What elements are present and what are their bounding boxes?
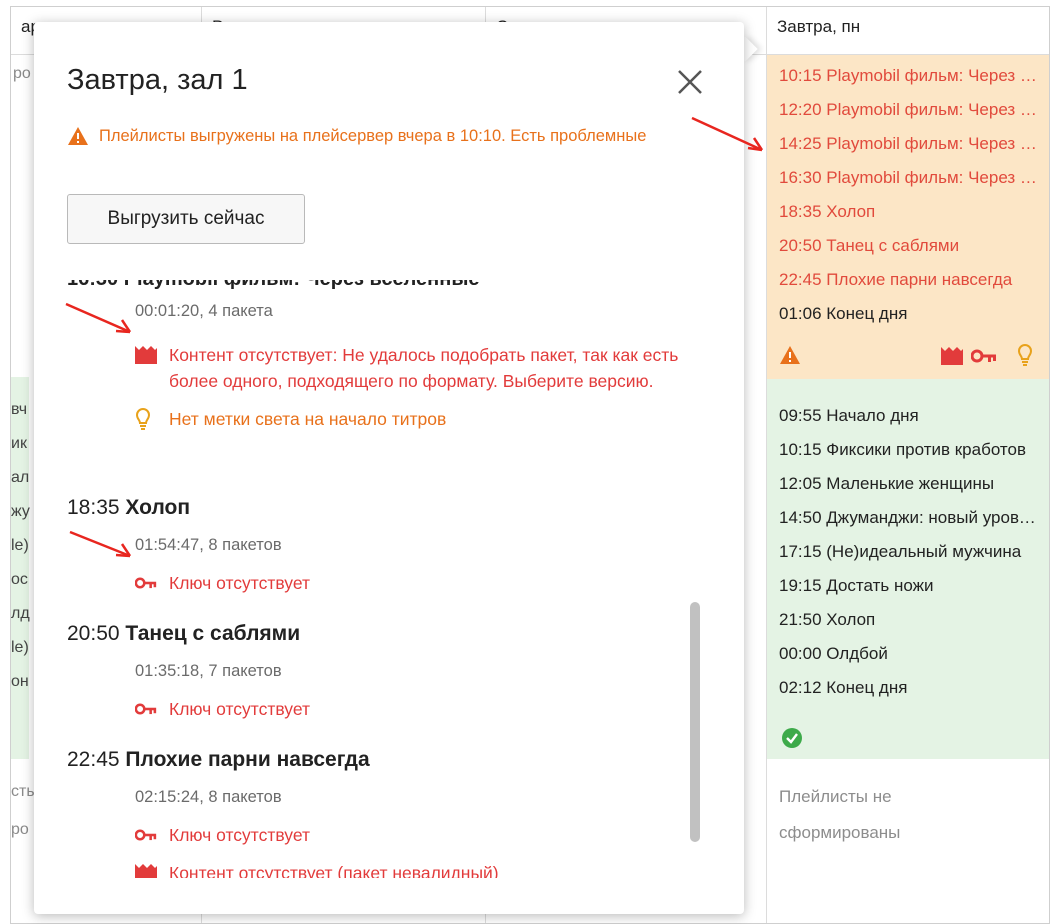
warning-icon (780, 346, 800, 364)
playlist-item: 00:01:20, 4 пакета Контент отсутствует: … (67, 300, 684, 432)
film-icon (941, 347, 963, 365)
playlist-item-name: Танец с саблями (125, 622, 301, 645)
playlist-item[interactable]: 18:35 Холоп 01:54:47, 8 пакетов Ключ отс… (67, 494, 684, 596)
issue-text: Ключ отсутствует (169, 699, 311, 719)
schedule-entry[interactable]: 14:25 Playmobil фильм: Через вселенные (779, 127, 1041, 161)
bulb-icon (135, 407, 151, 430)
peek-text: ос (11, 571, 28, 588)
schedule-entry[interactable]: 10:15 Фиксики против кработов (779, 433, 1041, 467)
left-peek-list: вч ик ал жу le) ос лд le) он (11, 393, 30, 699)
issue-text: Ключ отсутствует (169, 825, 311, 845)
upload-warning: Плейлисты выгружены на плейсервер вчера … (67, 124, 677, 148)
check-circle-icon (782, 728, 802, 748)
annotation-arrow (65, 302, 132, 334)
schedule-entry[interactable]: 17:15 (Не)идеальный мужчина (779, 535, 1041, 569)
peek-text: le) (11, 639, 29, 656)
playlist-item-meta: 01:54:47, 8 пакетов (135, 536, 282, 554)
schedule-entry[interactable]: 20:50 Танец с саблями (779, 229, 1041, 263)
close-icon (678, 70, 702, 94)
playlist-item[interactable]: 20:50 Танец с саблями 01:35:18, 7 пакето… (67, 620, 684, 722)
schedule-entry[interactable]: 10:15 Playmobil фильм: Через вселенные (779, 59, 1041, 93)
schedule-entry[interactable]: 21:50 Холоп (779, 603, 1041, 637)
key-icon (135, 829, 157, 841)
schedule-entry[interactable]: 01:06 Конец дня (779, 297, 1041, 331)
hall2-block[interactable]: 09:55 Начало дня 10:15 Фиксики против кра… (767, 379, 1049, 759)
tomorrow-header-title: Завтра, пн (777, 17, 861, 36)
key-icon (135, 703, 157, 715)
schedule-entry[interactable]: 19:15 Достать ножи (779, 569, 1041, 603)
issue-text: Нет метки света на начало титров (169, 409, 447, 429)
upload-warning-text: Плейлисты выгружены на плейсервер вчера … (99, 127, 647, 145)
issue-text: Контент отсутствует: Не удалось подобрат… (169, 345, 679, 391)
issue-text: Контент отсутствует (пакет невалидный) (169, 863, 499, 878)
schedule-entry[interactable]: 16:30 Playmobil фильм: Через вселенные (779, 161, 1041, 195)
schedule-entry[interactable]: 00:00 Олдбой (779, 637, 1041, 671)
scrollbar-thumb[interactable] (690, 602, 700, 842)
schedule-entry[interactable]: 22:45 Плохие парни навсегда (779, 263, 1041, 297)
key-icon (971, 349, 996, 363)
film-icon (135, 346, 157, 364)
playlist-item-time: 20:50 (67, 622, 120, 645)
hall2-entry-list: 09:55 Начало дня 10:15 Фиксики против кра… (779, 399, 1049, 705)
schedule-entry[interactable]: 18:35 Холоп (779, 195, 1041, 229)
playlist-item-meta: 02:15:24, 8 пакетов (135, 788, 282, 806)
peek-text: он (11, 673, 29, 690)
playlist-item-title: 16:30 Playmobil фильм: Через вселенные (67, 268, 480, 290)
tomorrow-column: Завтра, пн 10:15 Playmobil фильм: Через … (767, 7, 1049, 923)
playlist-item-time: 18:35 (67, 496, 120, 519)
peek-text: вч (11, 401, 28, 418)
peek-text: ик (11, 435, 27, 452)
hall1-entry-list: 10:15 Playmobil фильм: Через вселенные12… (779, 59, 1049, 331)
light-mark-issue[interactable]: Нет метки света на начало титров (135, 406, 684, 432)
hall3-block[interactable]: Плейлисты не сформированы (767, 759, 1049, 923)
schedule-entry[interactable]: 09:55 Начало дня (779, 399, 1041, 433)
hall3-note: Плейлисты не сформированы (779, 787, 901, 842)
upload-now-button[interactable]: Выгрузить сейчас (67, 194, 305, 244)
key-icon (135, 577, 157, 589)
film-icon (135, 864, 157, 878)
hall-playlist-popover: Завтра, зал 1 Плейлисты выгружены на пле… (34, 22, 744, 914)
hall1-block[interactable]: 10:15 Playmobil фильм: Через вселенные12… (767, 55, 1049, 379)
playlist-issue-list[interactable]: 16:30 Playmobil фильм: Через вселенные 0… (34, 258, 684, 878)
peek-text: ро (13, 65, 31, 82)
playlist-item-title: 22:45 Плохие парни навсегда (67, 746, 684, 774)
key-missing-issue[interactable]: Ключ отсутствует (135, 822, 684, 848)
peek-text: ро (11, 821, 29, 838)
peek-text: лд (11, 605, 30, 622)
bulb-icon (1017, 343, 1033, 366)
schedule-entry[interactable]: 12:20 Playmobil фильм: Через вселенные (779, 93, 1041, 127)
hall1-status-icons (779, 341, 1033, 371)
key-missing-issue[interactable]: Ключ отсутствует (135, 696, 684, 722)
peek-text: le) (11, 537, 29, 554)
content-missing-issue[interactable]: Контент отсутствует: Не удалось подобрат… (135, 342, 684, 394)
playlist-item-name: Плохие парни навсегда (125, 748, 370, 771)
popover-title: Завтра, зал 1 (67, 64, 248, 96)
content-missing-issue[interactable]: Контент отсутствует (пакет невалидный) (135, 860, 684, 878)
close-button[interactable] (670, 62, 710, 102)
annotation-arrow (69, 530, 132, 558)
schedule-entry[interactable]: 14:50 Джуманджи: новый уровень (779, 501, 1041, 535)
playlist-item-title: 20:50 Танец с саблями (67, 620, 684, 648)
schedule-entry[interactable]: 02:12 Конец дня (779, 671, 1041, 705)
tomorrow-header[interactable]: Завтра, пн (767, 7, 1049, 55)
schedule-entry[interactable]: 12:05 Маленькие женщины (779, 467, 1041, 501)
peek-text: ал (11, 469, 30, 486)
annotation-arrow (691, 116, 764, 152)
warning-icon (68, 127, 88, 145)
playlist-item-name: Холоп (125, 496, 191, 519)
playlist-item-time: 22:45 (67, 748, 120, 771)
key-missing-issue[interactable]: Ключ отсутствует (135, 570, 684, 596)
playlist-item-meta: 00:01:20, 4 пакета (135, 302, 273, 320)
playlist-item-meta: 01:35:18, 7 пакетов (135, 662, 282, 680)
playlist-item[interactable]: 22:45 Плохие парни навсегда 02:15:24, 8 … (67, 746, 684, 878)
issue-text: Ключ отсутствует (169, 573, 311, 593)
peek-text: жу (11, 503, 30, 520)
playlist-item-title: 18:35 Холоп (67, 494, 684, 522)
